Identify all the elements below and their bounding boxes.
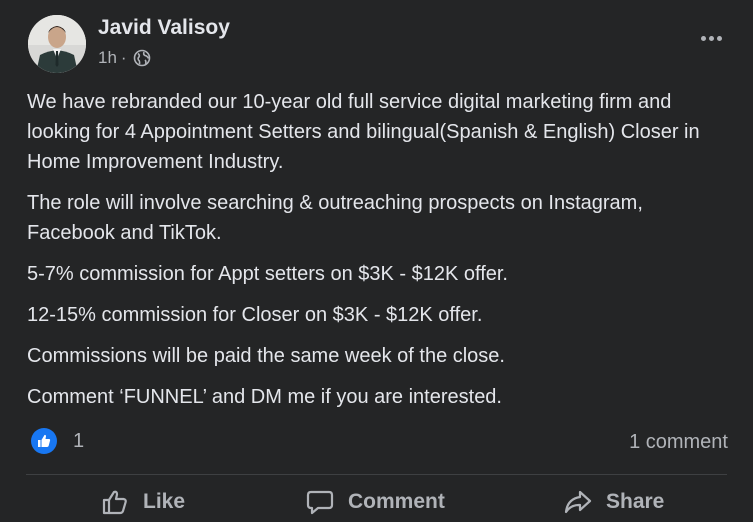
reactions-summary[interactable]: 1: [31, 428, 84, 454]
like-label: Like: [143, 490, 186, 513]
comment-icon: [306, 490, 334, 515]
share-button[interactable]: Share: [564, 488, 664, 516]
avatar-photo: [28, 15, 86, 73]
post-paragraph: Comment ‘FUNNEL’ and DM me if you are in…: [27, 386, 502, 408]
globe-icon[interactable]: [133, 49, 151, 67]
more-dot: [708, 35, 714, 41]
post-meta: 1h ·: [98, 48, 151, 68]
avatar[interactable]: [28, 15, 86, 73]
divider: [26, 474, 727, 475]
post-actions: Like Comment Share: [0, 480, 753, 522]
share-icon: [564, 490, 592, 514]
post-paragraph: We have rebranded our 10-year old full s…: [27, 91, 700, 173]
comment-button[interactable]: Comment: [306, 488, 445, 516]
facebook-post: Javid Valisoy 1h · We have rebranded our…: [0, 0, 753, 522]
thumbs-up-icon: [102, 490, 127, 515]
like-button[interactable]: Like: [101, 488, 185, 516]
like-reaction-icon: [31, 428, 57, 454]
post-paragraph: The role will involve searching & outrea…: [27, 192, 643, 244]
more-dot: [716, 35, 722, 41]
post-timestamp[interactable]: 1h: [98, 48, 117, 68]
post-paragraph: Commissions will be paid the same week o…: [27, 345, 505, 367]
post-paragraph: 12-15% commission for Closer on $3K - $1…: [27, 304, 483, 326]
reaction-count: 1: [73, 429, 85, 452]
post-paragraph: 5-7% commission for Appt setters on $3K …: [27, 263, 508, 285]
post-text: We have rebranded our 10-year old full s…: [27, 87, 732, 423]
share-label: Share: [606, 490, 665, 513]
comment-count[interactable]: 1 comment: [629, 431, 728, 454]
comment-label: Comment: [348, 490, 445, 513]
more-dot: [700, 35, 706, 41]
author-name[interactable]: Javid Valisoy: [98, 16, 230, 40]
meta-separator: ·: [120, 48, 127, 67]
more-horizontal-icon[interactable]: [697, 28, 725, 48]
